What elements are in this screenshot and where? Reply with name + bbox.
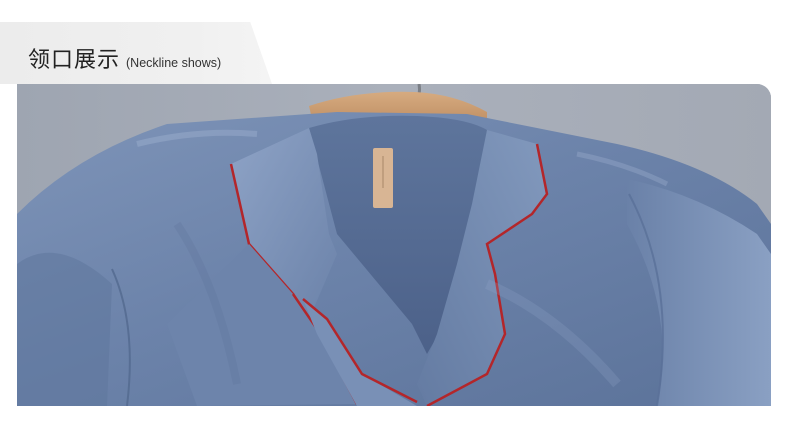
neckline-photo (17, 84, 771, 406)
section-header: 领口展示 (Neckline shows) (28, 42, 221, 74)
left-sleeve-shade (17, 252, 112, 406)
section-title-chinese: 领口展示 (28, 48, 121, 73)
section-title-english: (Neckline shows) (126, 56, 222, 70)
